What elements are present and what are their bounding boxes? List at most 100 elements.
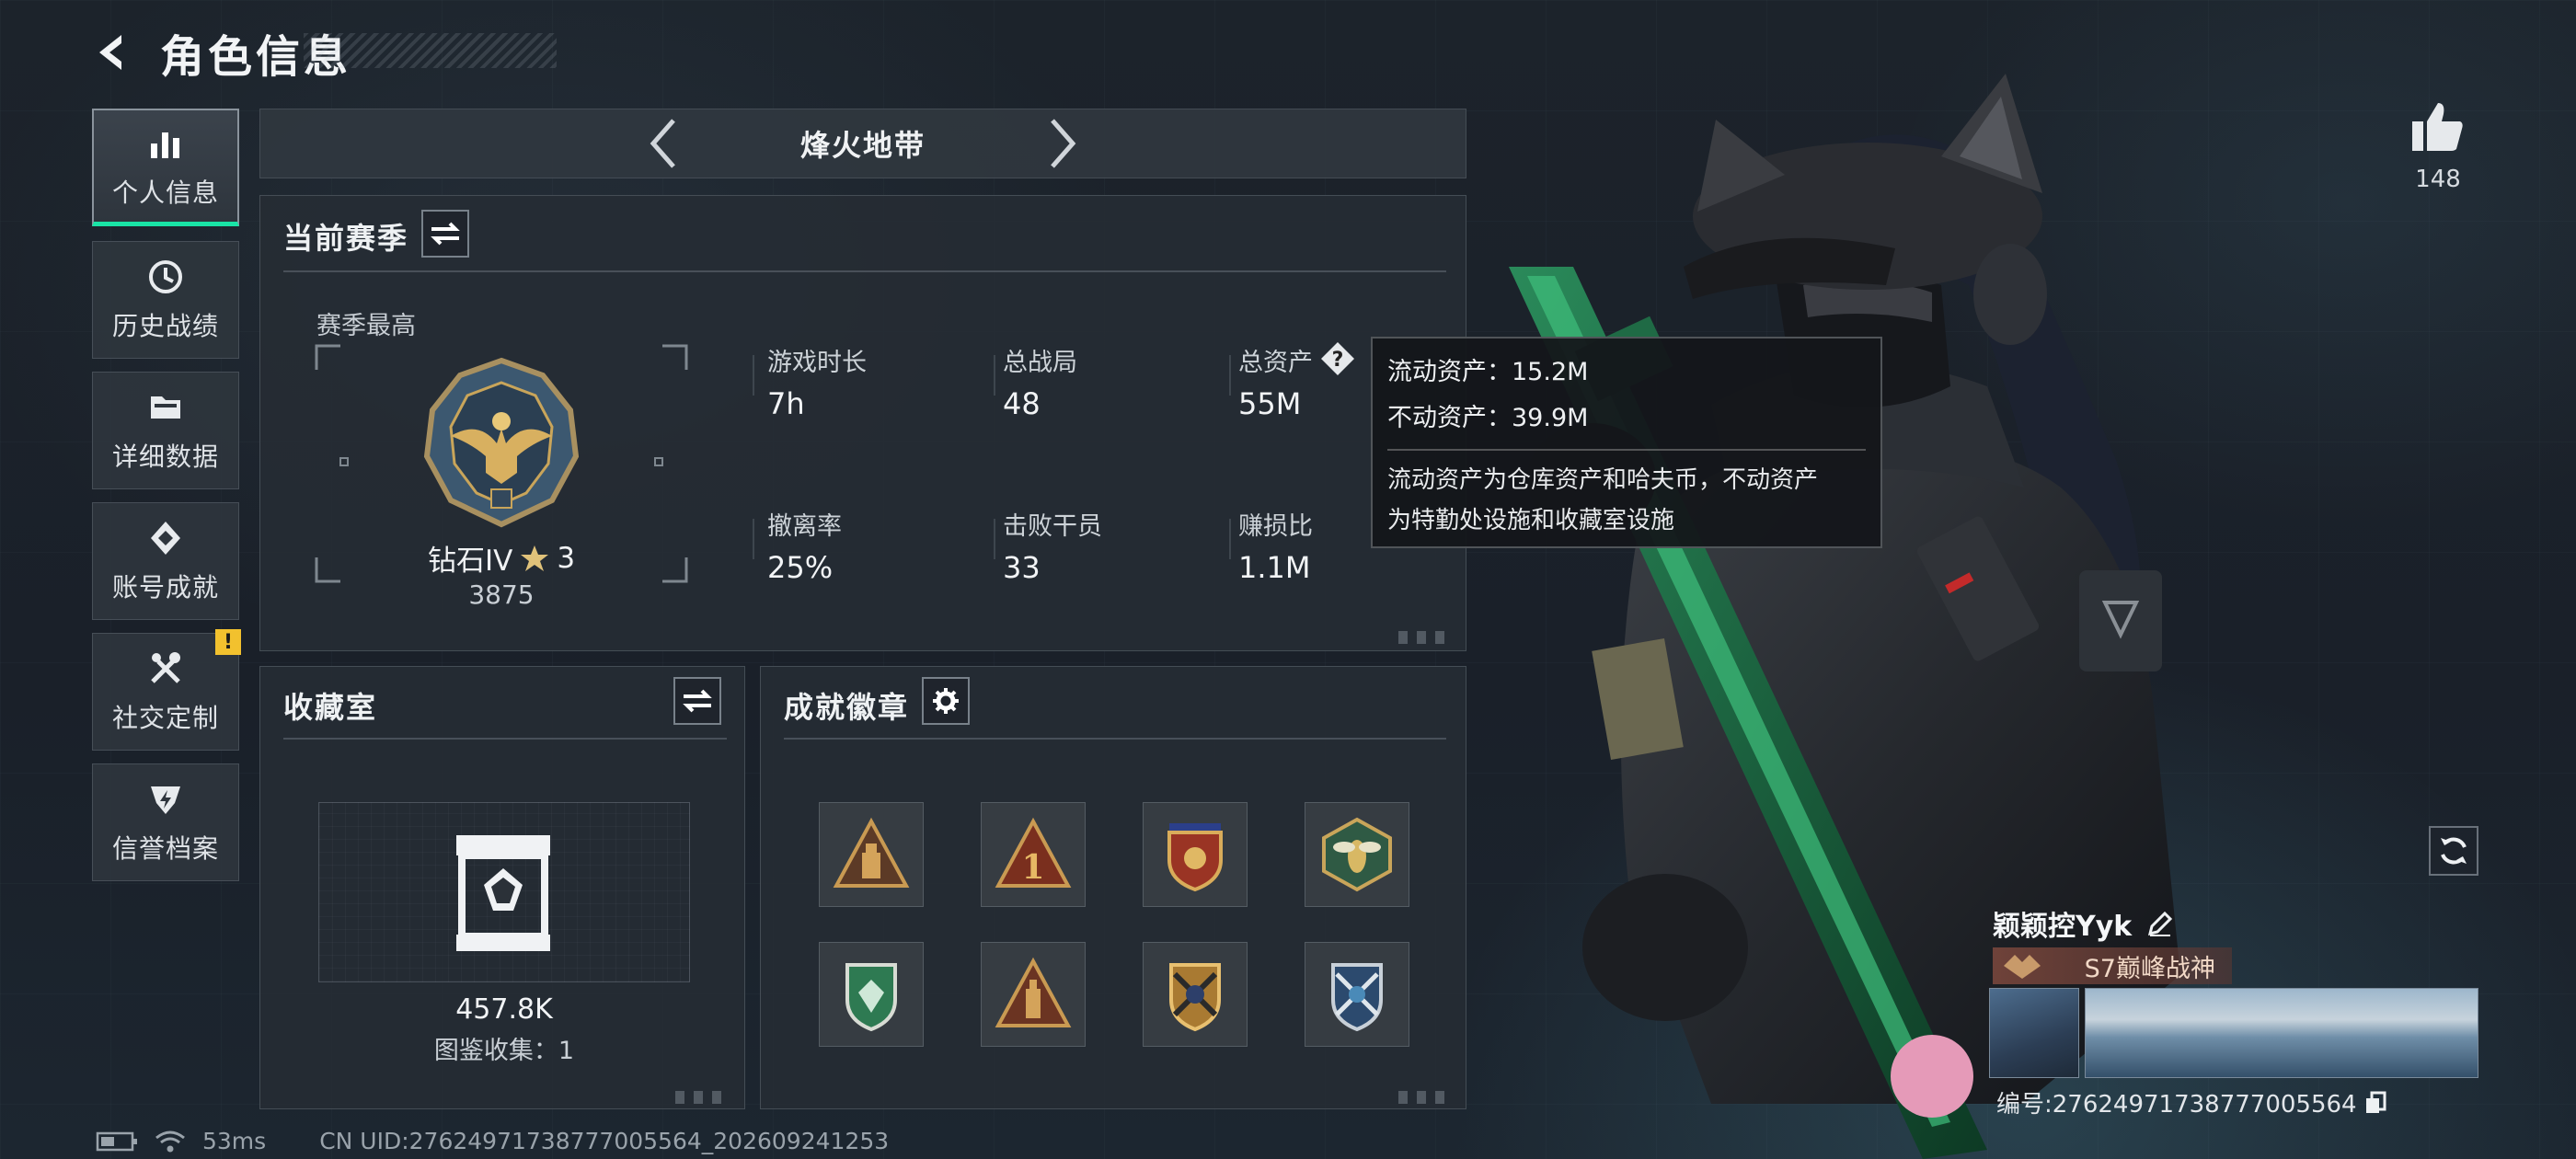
rank-score: 3875 (468, 580, 535, 610)
avatar[interactable] (1989, 988, 2079, 1078)
refresh-button[interactable] (2429, 826, 2478, 876)
rank-emblem-icon (423, 357, 580, 528)
achievement-badge[interactable] (1143, 802, 1248, 907)
achievements-title: 成就徽章 (784, 690, 910, 725)
divider (994, 355, 995, 396)
achievement-badge[interactable]: 1 (981, 802, 1086, 907)
achievement-badge[interactable] (819, 802, 924, 907)
stat-profit-label: 赚损比 (1238, 512, 1313, 541)
svg-text:?: ? (1332, 349, 1344, 372)
divider (784, 738, 1446, 740)
player-name: 颖颖控Yyk (1993, 911, 2133, 943)
prev-mode-button[interactable] (642, 116, 683, 171)
assets-tooltip: 流动资产：15.2M 不动资产：39.9M 流动资产为仓库资产和哈夫币，不动资产… (1371, 337, 1882, 548)
player-title: S7巅峰战神 (2084, 954, 2215, 983)
badge-settings-button[interactable] (922, 677, 970, 725)
sidebar-item-achievements[interactable]: 账号成就 (92, 502, 239, 620)
sidebar-item-label: 历史战绩 (111, 311, 219, 341)
status-bar: 53ms CN UID:27624971738777005564_2026092… (96, 1128, 889, 1154)
stat-profit-value: 1.1M (1238, 550, 1311, 585)
tooltip-divider (1387, 449, 1866, 451)
history-icon (149, 260, 182, 293)
divider (753, 519, 754, 559)
tooltip-description-2: 为特勤处设施和收藏室设施 (1387, 507, 1675, 534)
rank-stars: 3 (557, 541, 576, 575)
stat-matches-label: 总战局 (1003, 349, 1077, 377)
tooltip-description-1: 流动资产为仓库资产和哈夫币，不动资产 (1387, 466, 1819, 494)
question-icon: ? (1321, 342, 1354, 375)
divider (994, 519, 995, 559)
stat-matches-value: 48 (1003, 386, 1041, 421)
assets-help-button[interactable]: ? (1319, 340, 1356, 377)
rank-name: 钻石IV (427, 545, 513, 578)
player-id-row: 编号:2762497173877700556​4 (1996, 1085, 2386, 1119)
rank-line: 钻石IV 3 (313, 537, 690, 579)
sidebar-item-history[interactable]: 历史战绩 (92, 241, 239, 359)
corner-decoration (1398, 1091, 1454, 1104)
season-best-label: 赛季最高 (316, 312, 416, 340)
player-name-row: 颖颖控Yyk (1993, 903, 2174, 944)
divider (283, 270, 1446, 272)
corner-decoration (675, 1091, 730, 1104)
wifi-icon (155, 1130, 185, 1152)
achievement-icon (151, 522, 180, 555)
achievement-badge[interactable] (1143, 942, 1248, 1047)
sidebar-item-label: 社交定制 (111, 703, 219, 733)
sidebar-item-label: 详细数据 (111, 442, 219, 472)
chevron-left-icon (650, 119, 675, 168)
sidebar-item-credit[interactable]: 信誉档案 (92, 763, 239, 881)
achievement-badge[interactable] (1305, 942, 1409, 1047)
tooltip-fixed-assets: 不动资产：39.9M (1387, 404, 1589, 432)
edit-icon[interactable] (2146, 910, 2174, 937)
swap-icon (431, 222, 460, 246)
display-case-icon (456, 835, 550, 951)
svg-text:1: 1 (1021, 848, 1044, 887)
divider (1229, 355, 1231, 396)
shield-icon (151, 786, 180, 814)
sidebar-item-profile[interactable]: 个人信息 (92, 109, 239, 226)
like-widget[interactable]: 148 (2401, 101, 2475, 193)
bar-chart-icon (151, 132, 179, 158)
chevron-right-icon (1051, 119, 1076, 168)
sidebar-item-label: 个人信息 (111, 177, 219, 208)
achievement-badge[interactable] (819, 942, 924, 1047)
achievement-badge[interactable] (981, 942, 1086, 1047)
badge-tower-2-icon (995, 957, 1072, 1027)
player-title-banner: S7巅峰战神 (1993, 947, 2232, 984)
copy-icon[interactable] (2364, 1091, 2386, 1115)
divider (1229, 519, 1231, 559)
ping-value: 53ms (202, 1128, 267, 1154)
badge-crossed-rifles-icon (1169, 963, 1221, 1032)
badge-shield-star-icon (1167, 823, 1223, 892)
back-arrow-icon[interactable] (92, 31, 134, 74)
tools-icon (151, 652, 180, 683)
divider (283, 738, 727, 740)
battery-icon (96, 1131, 137, 1151)
switch-collection-button[interactable] (673, 677, 721, 725)
stat-playtime-value: 7h (767, 386, 805, 421)
sidebar-item-label: 信誉档案 (111, 833, 219, 864)
next-mode-button[interactable] (1043, 116, 1084, 171)
star-icon (521, 545, 549, 571)
stat-kills-value: 33 (1003, 550, 1041, 585)
badge-wasp-icon (1322, 817, 1392, 892)
switch-season-button[interactable] (421, 210, 469, 258)
season-title: 当前赛季 (283, 221, 409, 256)
badge-number-one-icon: 1 (995, 817, 1072, 888)
badge-crossed-rifles-blue-icon (1331, 963, 1383, 1032)
achievement-badge[interactable] (1305, 802, 1409, 907)
profile-banner[interactable] (2085, 988, 2478, 1078)
divider (753, 355, 754, 396)
collection-count: 图鉴收集：1 (433, 1037, 575, 1065)
stat-assets-label: 总资产 (1238, 349, 1313, 377)
sidebar-item-details[interactable]: 详细数据 (92, 372, 239, 489)
gear-icon (933, 688, 959, 714)
tooltip-liquid-assets: 流动资产：15.2M (1387, 358, 1589, 386)
like-count: 148 (2415, 166, 2461, 193)
refresh-icon (2441, 837, 2467, 865)
badge-green-shield-icon (845, 963, 897, 1032)
badge-tower-icon (833, 817, 910, 888)
collection-value: 457.8K (455, 993, 553, 1026)
stat-assets-value: 55M (1238, 386, 1302, 421)
title-emblem-icon (2004, 955, 2041, 979)
